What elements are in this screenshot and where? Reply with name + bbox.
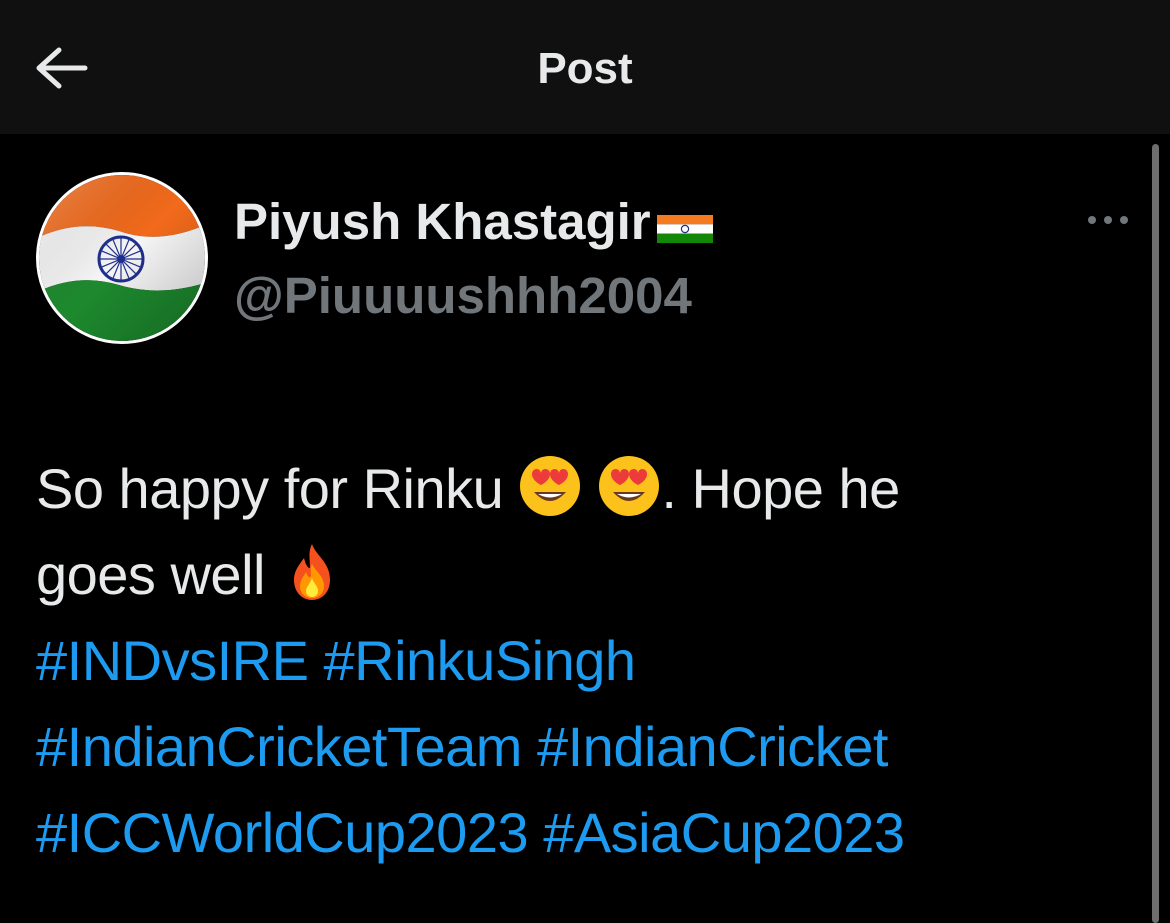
author-handle[interactable]: @Piuuuushhh2004	[234, 266, 692, 326]
post-text-segment: So happy for Rinku	[36, 457, 519, 520]
post-text-segment: . Hope he	[661, 457, 900, 520]
hashtag-link[interactable]: #IndianCricket	[537, 715, 888, 778]
post-text: So happy for Rinku . Hope he goes well #…	[36, 446, 1136, 876]
back-button[interactable]	[28, 40, 94, 100]
hashtag-link[interactable]: #INDvsIRE	[36, 629, 309, 692]
hashtag-link[interactable]: #AsiaCup2023	[543, 801, 905, 864]
arrow-left-icon	[33, 46, 89, 95]
more-options-button[interactable]	[1080, 204, 1136, 240]
top-bar: Post	[0, 0, 1170, 134]
author-display-name[interactable]: Piyush Khastagir	[234, 192, 715, 252]
page-title: Post	[537, 44, 633, 93]
display-name-text: Piyush Khastagir	[234, 193, 651, 250]
post-text-segment: goes well	[36, 543, 281, 606]
more-horizontal-icon	[1086, 213, 1130, 231]
hashtag-link[interactable]: #IndianCricketTeam	[36, 715, 522, 778]
fire-emoji-icon	[280, 540, 344, 604]
avatar[interactable]	[36, 172, 208, 344]
heart-eyes-emoji-icon	[597, 454, 661, 518]
scrollbar[interactable]	[1152, 144, 1159, 923]
hashtag-link[interactable]: #RinkuSingh	[324, 629, 637, 692]
india-flag-icon	[655, 202, 715, 243]
hashtag-link[interactable]: #ICCWorldCup2023	[36, 801, 529, 864]
india-flag-avatar-image	[39, 175, 205, 341]
heart-eyes-emoji-icon	[518, 454, 582, 518]
